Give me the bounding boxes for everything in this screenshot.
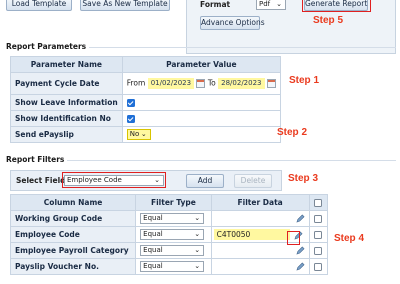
chevron-down-icon: ⌄	[140, 130, 147, 138]
save-as-new-template-button[interactable]: Save As New Template	[80, 0, 170, 11]
format-label: Format	[200, 0, 231, 9]
filter-type-select[interactable]: Equal ⌄	[140, 213, 205, 224]
to-label: To	[207, 78, 216, 88]
filter-col-name-header: Column Name	[9, 194, 137, 211]
filter-col-type-header: Filter Type	[135, 194, 212, 211]
delete-filter-button[interactable]: Delete	[234, 174, 272, 188]
filter-type-value: Equal	[143, 214, 163, 222]
add-filter-button[interactable]: Add	[186, 174, 224, 188]
filter-row-name: Employee Code	[9, 226, 137, 243]
payment-cycle-label: Payment Cycle Date	[10, 72, 123, 95]
from-label: From	[126, 78, 146, 88]
filter-edit-highlight	[287, 231, 300, 245]
select-all-checkbox[interactable]	[314, 199, 323, 207]
format-value: Pdf	[259, 0, 271, 8]
param-name-header: Parameter Name	[10, 56, 123, 73]
filter-type-select[interactable]: Equal ⌄	[140, 245, 205, 256]
chevron-down-icon: ⌄	[194, 230, 201, 238]
show-leave-checkbox[interactable]	[126, 99, 135, 107]
filter-type-value: Equal	[143, 262, 163, 270]
filter-type-value: Equal	[143, 246, 163, 254]
select-field-highlight	[62, 172, 166, 188]
parameters-table: Parameter Name Parameter Value Payment C…	[10, 56, 281, 143]
send-epayslip-label: Send ePayslip	[10, 126, 123, 143]
param-value-header: Parameter Value	[121, 56, 281, 73]
show-leave-label: Show Leave Information	[10, 94, 123, 111]
select-field-label: Select Field	[16, 176, 66, 185]
step3-label: Step 3	[288, 173, 319, 184]
step5-label: Step 5	[313, 15, 344, 26]
pencil-icon[interactable]	[296, 214, 305, 223]
advance-options-button[interactable]: Advance Options	[200, 16, 265, 30]
filter-row-name: Payslip Voucher No.	[9, 258, 137, 275]
epayslip-value: No	[129, 130, 140, 138]
pencil-icon[interactable]	[296, 246, 305, 255]
chevron-down-icon: ⌄	[194, 214, 201, 222]
filter-type-value: Equal	[143, 230, 163, 238]
filter-data-input[interactable]: C4T0050	[213, 229, 290, 240]
step2-label: Step 2	[277, 127, 308, 138]
payment-cycle-value: From 01/02/2023 To 28/02/2023	[121, 72, 281, 95]
filters-table: Column Name Filter Type Filter Data Work…	[9, 194, 329, 275]
row-checkbox[interactable]	[314, 231, 323, 239]
show-identification-checkbox[interactable]	[126, 115, 135, 123]
chevron-down-icon: ⌄	[194, 262, 201, 270]
from-date-input[interactable]: 01/02/2023	[147, 78, 195, 89]
calendar-icon[interactable]	[196, 79, 206, 88]
row-checkbox[interactable]	[314, 247, 323, 255]
calendar-icon[interactable]	[266, 79, 276, 88]
row-checkbox[interactable]	[314, 263, 323, 271]
chevron-down-icon: ⌄	[276, 0, 282, 8]
filter-type-select[interactable]: Equal ⌄	[140, 229, 205, 240]
step4-label: Step 4	[334, 233, 365, 244]
filter-row-name: Working Group Code	[9, 210, 137, 227]
generate-report-highlight	[302, 0, 371, 12]
step1-label: Step 1	[289, 75, 320, 86]
chevron-down-icon: ⌄	[194, 246, 201, 254]
format-select[interactable]: Pdf ⌄	[256, 0, 286, 10]
send-epayslip-select[interactable]: No ⌄	[126, 129, 151, 140]
show-identification-label: Show Identification No	[10, 110, 123, 127]
params-section-title: Report Parameters	[6, 42, 90, 51]
filter-type-select[interactable]: Equal ⌄	[140, 261, 205, 272]
load-template-button[interactable]: Load Template	[6, 0, 72, 11]
pencil-icon[interactable]	[296, 262, 305, 271]
to-date-input[interactable]: 28/02/2023	[218, 78, 265, 89]
filter-col-data-header: Filter Data	[210, 194, 310, 211]
filter-row-name: Employee Payroll Category	[9, 242, 137, 259]
filters-section-title: Report Filters	[6, 155, 68, 164]
row-checkbox[interactable]	[314, 215, 323, 223]
filter-select-all-header	[308, 194, 329, 211]
